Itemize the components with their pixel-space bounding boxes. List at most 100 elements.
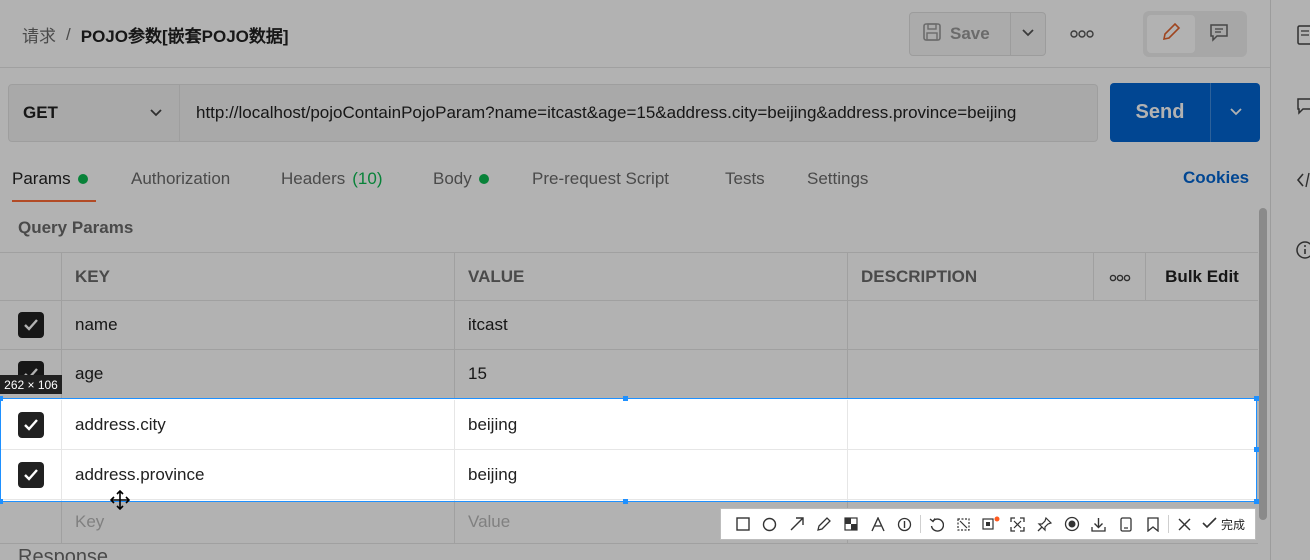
text-tool-icon[interactable] xyxy=(864,509,891,539)
param-value-cell[interactable]: beijing xyxy=(455,450,848,499)
row-check-cell xyxy=(0,400,62,449)
checkmark-icon xyxy=(23,319,38,331)
param-description-cell[interactable] xyxy=(848,301,1258,349)
param-value-cell[interactable]: beijing xyxy=(455,400,848,449)
row-checkbox[interactable] xyxy=(17,461,44,488)
tab-label: Authorization xyxy=(131,169,231,188)
column-header-description: DESCRIPTION xyxy=(848,253,1094,300)
save-button[interactable]: Save xyxy=(910,13,1011,55)
column-header-key: KEY xyxy=(62,253,455,300)
crop-icon[interactable] xyxy=(950,509,977,539)
bookmark-icon[interactable] xyxy=(1139,509,1166,539)
param-description-cell[interactable] xyxy=(848,400,1258,449)
row-check-cell xyxy=(0,450,62,499)
row-checkbox[interactable] xyxy=(17,411,44,438)
tab-body[interactable]: Body xyxy=(433,168,489,190)
modified-dot xyxy=(478,174,489,184)
param-value-cell[interactable]: 15 xyxy=(455,350,848,398)
comment-icon xyxy=(1208,21,1230,48)
column-header-value: VALUE xyxy=(455,253,848,300)
tab-tests[interactable]: Tests xyxy=(725,168,765,190)
tab-label: Params xyxy=(12,169,71,188)
edit-mode-button[interactable] xyxy=(1147,15,1195,53)
record-icon[interactable] xyxy=(1058,509,1085,539)
row-check-cell xyxy=(0,500,62,543)
method-select[interactable]: GET xyxy=(8,84,180,142)
param-value-cell[interactable]: itcast xyxy=(455,301,848,349)
request-header: 请求 / POJO参数[嵌套POJO数据] Save xyxy=(0,0,1270,68)
tab-params[interactable]: Params xyxy=(12,168,88,190)
tab-label: Settings xyxy=(807,169,869,188)
query-params-title: Query Params xyxy=(18,218,134,237)
undo-icon[interactable] xyxy=(923,509,950,539)
check-icon xyxy=(1202,516,1217,532)
request-title[interactable]: POJO参数[嵌套POJO数据] xyxy=(81,22,289,47)
view-mode-toggle xyxy=(1143,11,1247,57)
request-tabs: Params Authorization Headers (10) Body P… xyxy=(0,160,1270,204)
more-horizontal-icon xyxy=(1109,267,1131,287)
table-row: address.province beijing xyxy=(0,450,1258,500)
chevron-down-icon xyxy=(149,103,163,123)
bulk-edit-button[interactable]: Bulk Edit xyxy=(1146,253,1258,300)
done-button[interactable]: 完成 xyxy=(1198,516,1245,533)
number-marker-icon[interactable] xyxy=(891,509,918,539)
column-options-button[interactable] xyxy=(1094,253,1146,300)
save-icon xyxy=(922,22,942,47)
capture-toolbar: 完成 xyxy=(720,508,1256,540)
param-key-cell[interactable]: name xyxy=(62,301,455,349)
send-dropdown-button[interactable] xyxy=(1211,104,1260,122)
header-check-cell xyxy=(0,253,62,300)
chevron-down-icon xyxy=(1229,104,1243,122)
method-label: GET xyxy=(23,103,58,122)
url-input[interactable]: http://localhost/pojoContainPojoParam?na… xyxy=(180,84,1098,142)
close-icon[interactable] xyxy=(1171,509,1198,539)
ellipse-tool-icon[interactable] xyxy=(756,509,783,539)
param-description-cell[interactable] xyxy=(848,350,1258,398)
pen-tool-icon[interactable] xyxy=(810,509,837,539)
save-label: Save xyxy=(950,24,990,43)
code-icon[interactable] xyxy=(1295,170,1310,190)
mosaic-tool-icon[interactable] xyxy=(837,509,864,539)
tab-label: Body xyxy=(433,169,472,188)
scan-icon[interactable] xyxy=(1004,509,1031,539)
comments-button[interactable] xyxy=(1195,15,1243,53)
breadcrumb: 请求 / POJO参数[嵌套POJO数据] xyxy=(22,22,289,47)
param-key-cell[interactable]: address.city xyxy=(62,400,455,449)
vertical-scrollbar[interactable] xyxy=(1259,208,1267,520)
arrow-tool-icon[interactable] xyxy=(783,509,810,539)
ocr-icon[interactable] xyxy=(977,509,1004,539)
checkmark-icon xyxy=(23,468,38,481)
documentation-icon[interactable] xyxy=(1295,24,1310,45)
tab-settings[interactable]: Settings xyxy=(807,168,868,190)
tab-headers[interactable]: Headers (10) xyxy=(281,168,383,190)
download-icon[interactable] xyxy=(1085,509,1112,539)
move-cursor-icon xyxy=(109,489,131,511)
chevron-down-icon xyxy=(1021,25,1035,43)
rectangle-tool-icon[interactable] xyxy=(729,509,756,539)
send-button[interactable]: Send xyxy=(1110,101,1210,124)
active-tab-indicator xyxy=(12,200,96,202)
toolbar-divider xyxy=(1168,515,1169,533)
row-check-cell xyxy=(0,301,62,349)
more-actions-button[interactable] xyxy=(1062,20,1102,48)
save-button-group: Save xyxy=(909,12,1046,56)
param-key-cell[interactable]: age xyxy=(62,350,455,398)
request-editor: 请求 / POJO参数[嵌套POJO数据] Save GET http://lo… xyxy=(0,0,1270,560)
breadcrumb-parent[interactable]: 请求 xyxy=(22,22,56,47)
info-icon[interactable] xyxy=(1295,240,1310,260)
tab-pre-request-script[interactable]: Pre-request Script xyxy=(532,168,669,190)
cookies-link[interactable]: Cookies xyxy=(1183,168,1249,188)
phone-icon[interactable] xyxy=(1112,509,1139,539)
table-row: address.city beijing xyxy=(0,400,1258,450)
table-row: age 15 xyxy=(0,350,1258,399)
save-dropdown-button[interactable] xyxy=(1011,25,1045,43)
breadcrumb-separator: / xyxy=(66,24,71,44)
table-header-row: KEY VALUE DESCRIPTION Bulk Edit xyxy=(0,252,1258,301)
tab-authorization[interactable]: Authorization xyxy=(131,168,230,190)
pin-icon[interactable] xyxy=(1031,509,1058,539)
tab-label: Pre-request Script xyxy=(532,169,669,188)
comments-icon[interactable] xyxy=(1295,96,1310,116)
row-checkbox[interactable] xyxy=(17,312,44,338)
response-section-title[interactable]: Response xyxy=(18,546,108,560)
param-description-cell[interactable] xyxy=(848,450,1258,499)
